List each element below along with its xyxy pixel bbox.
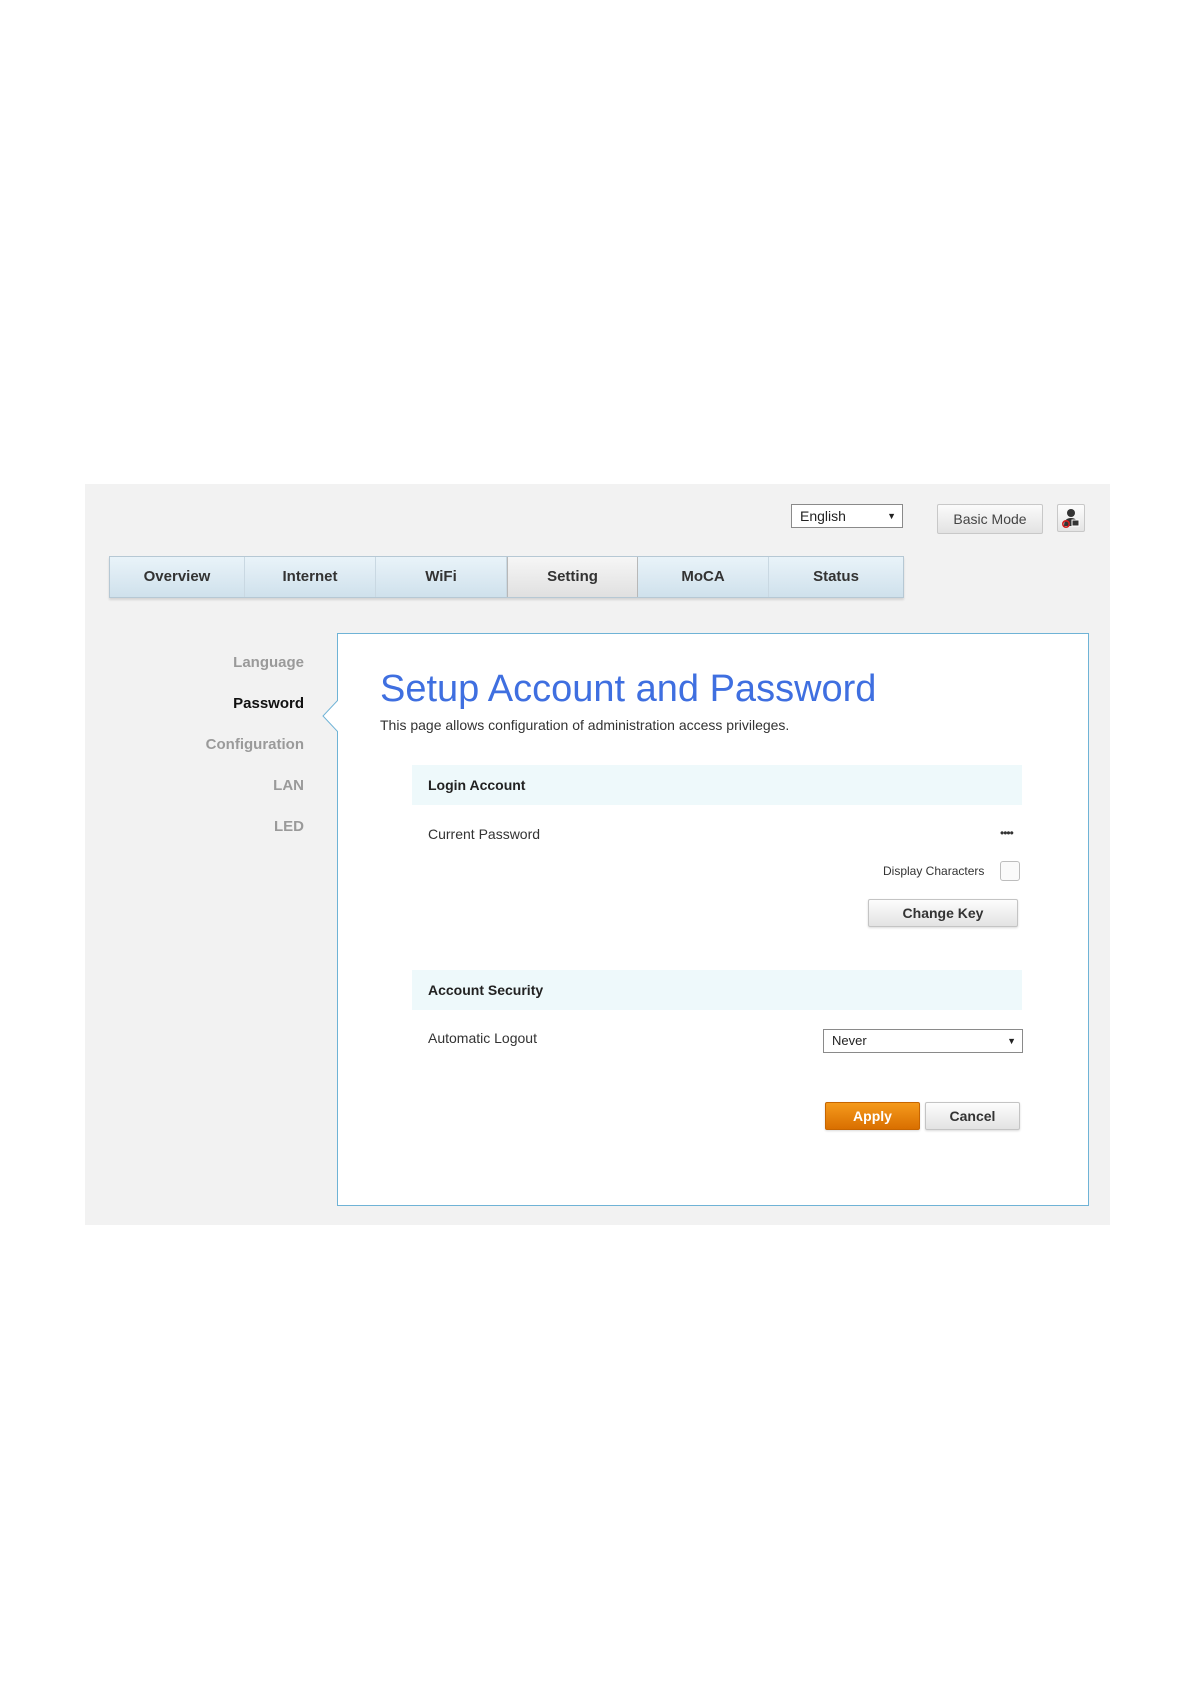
tab-status[interactable]: Status [769,557,903,597]
user-account-button[interactable] [1057,504,1085,532]
active-item-pointer [322,700,338,732]
sidebar-item-password[interactable]: Password [233,695,304,712]
chevron-down-icon: ▼ [1007,1036,1016,1046]
sidebar-item-configuration[interactable]: Configuration [206,736,304,753]
tab-setting[interactable]: Setting [507,557,638,597]
language-select[interactable]: English ▼ [791,504,903,528]
sidebar-item-language[interactable]: Language [233,654,304,671]
change-key-button[interactable]: Change Key [868,899,1018,927]
display-characters-label: Display Characters [883,864,985,878]
sidebar-item-lan[interactable]: LAN [273,777,304,794]
section-header-login-account: Login Account [412,765,1022,805]
basic-mode-button[interactable]: Basic Mode [937,504,1043,534]
user-icon [1062,509,1080,529]
automatic-logout-select[interactable]: Never ▼ [823,1029,1023,1053]
language-select-value: English [800,508,846,524]
display-characters-checkbox[interactable] [1000,861,1020,881]
tab-internet[interactable]: Internet [245,557,376,597]
page-subtitle: This page allows configuration of admini… [380,717,790,733]
chevron-down-icon: ▼ [887,511,896,521]
section-header-account-security: Account Security [412,970,1022,1010]
router-admin-panel: English ▼ Basic Mode Overview Internet W… [85,484,1110,1225]
content-card: Setup Account and Password This page all… [322,633,1089,1206]
tab-moca[interactable]: MoCA [638,557,769,597]
main-tabs: Overview Internet WiFi Setting MoCA Stat… [109,556,904,598]
tab-wifi[interactable]: WiFi [376,557,507,597]
sidebar-item-led[interactable]: LED [274,818,304,835]
apply-button[interactable]: Apply [825,1102,920,1130]
tab-overview[interactable]: Overview [110,557,245,597]
automatic-logout-value: Never [832,1033,867,1048]
current-password-value: •••• [1000,826,1014,840]
automatic-logout-label: Automatic Logout [428,1030,537,1046]
cancel-button[interactable]: Cancel [925,1102,1020,1130]
page-title: Setup Account and Password [380,668,877,710]
current-password-label: Current Password [428,826,541,842]
